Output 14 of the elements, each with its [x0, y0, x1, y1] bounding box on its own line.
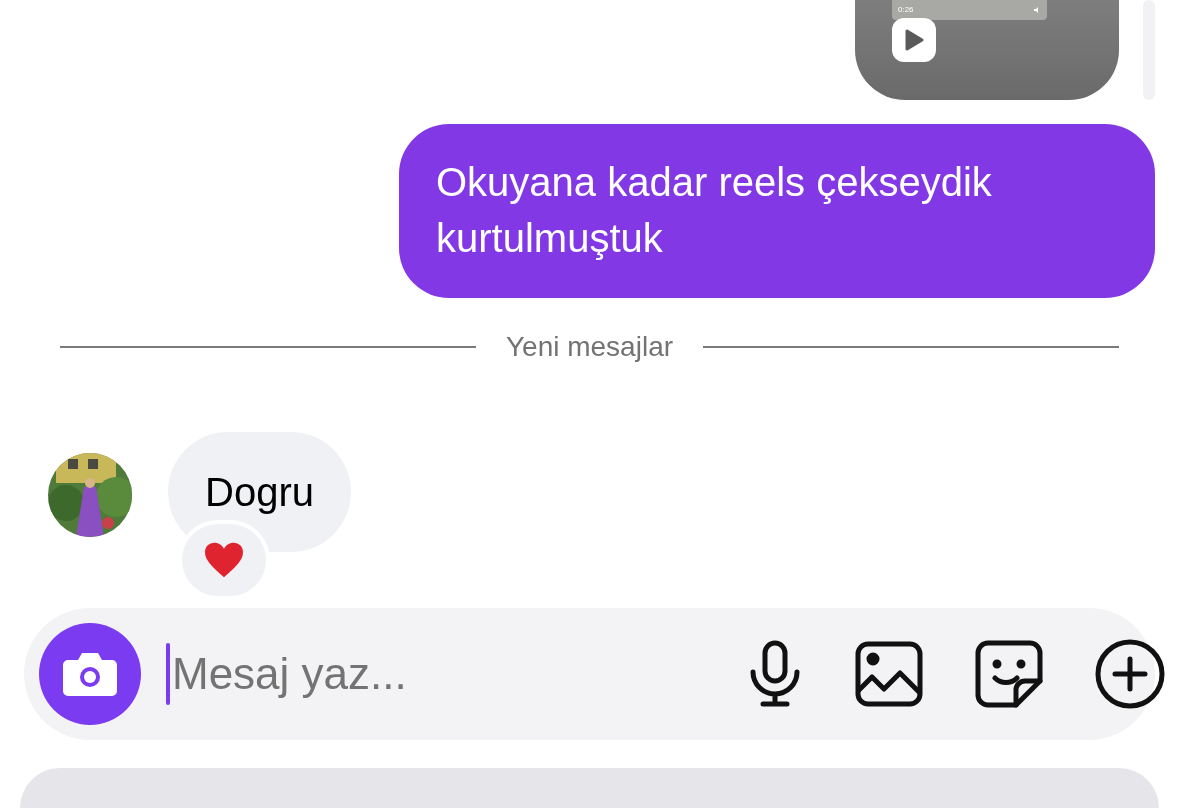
add-icon[interactable] — [1095, 639, 1165, 709]
message-input[interactable]: Mesaj yaz... — [172, 641, 747, 707]
sticker-icon[interactable] — [975, 640, 1043, 708]
play-icon — [904, 29, 924, 51]
play-button[interactable] — [892, 18, 936, 62]
shared-video-card[interactable]: 0:26 — [855, 0, 1119, 100]
video-duration: 0:26 — [898, 4, 914, 16]
sent-message-bubble: Okuyana kadar reels çekseydik kurtulmuştuk — [399, 124, 1155, 298]
received-message-bubble: Dogru — [168, 432, 351, 552]
camera-icon — [62, 650, 118, 698]
speaker-icon — [1033, 6, 1041, 14]
image-icon[interactable] — [855, 641, 923, 707]
new-messages-divider-label: Yeni mesajlar — [505, 330, 674, 364]
heart-icon — [203, 541, 245, 579]
